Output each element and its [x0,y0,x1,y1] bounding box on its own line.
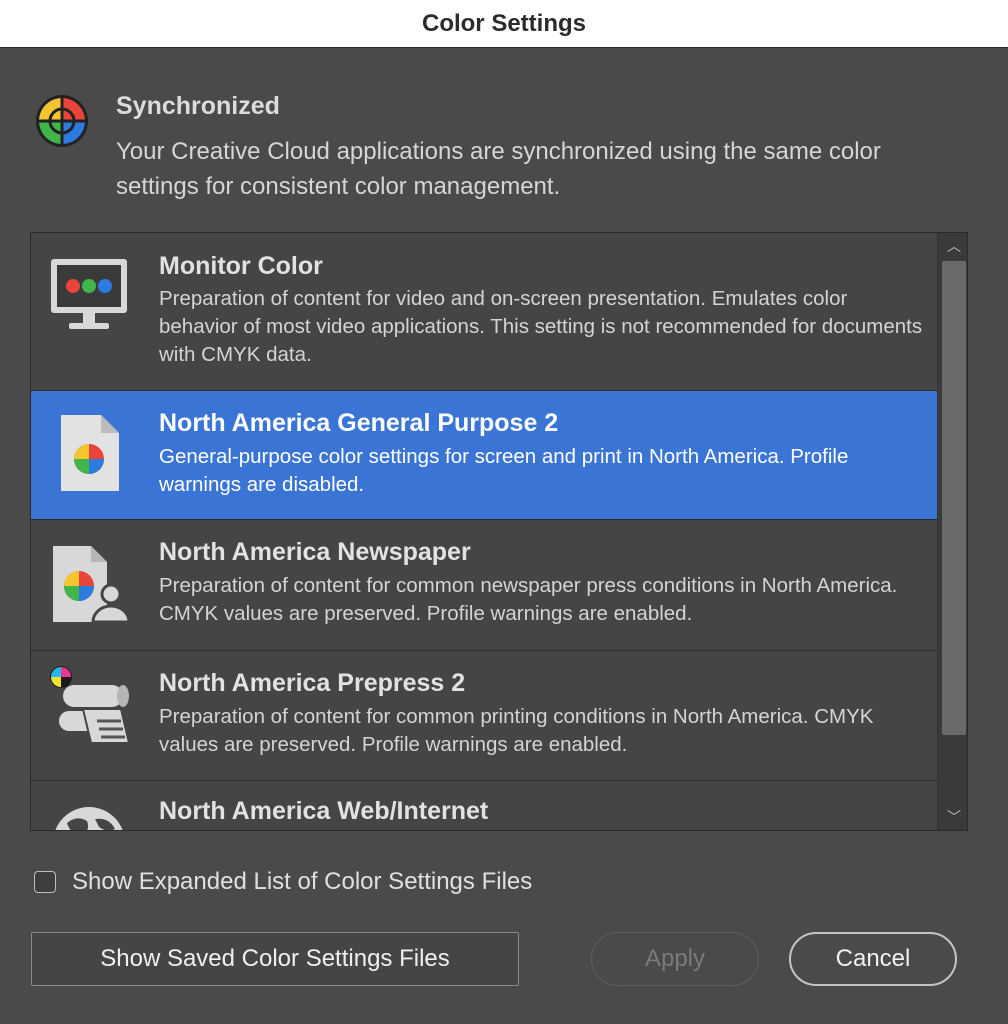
color-settings-list-items: Monitor Color Preparation of content for… [31,233,937,830]
title-bar: Color Settings [0,0,1008,48]
scroll-up-arrow-icon[interactable]: ︿ [938,233,967,259]
expanded-list-option[interactable]: Show Expanded List of Color Settings Fil… [34,866,532,898]
list-item-general-purpose-2[interactable]: North America General Purpose 2 General-… [31,391,937,520]
apply-button[interactable]: Apply [591,932,759,986]
scroll-down-arrow-icon[interactable]: ﹀ [938,804,967,830]
list-item-name: North America Newspaper [159,538,471,566]
newspaper-icon [53,546,131,624]
sync-status-description: Your Creative Cloud applications are syn… [116,138,881,200]
list-item-name: North America Prepress 2 [159,669,466,697]
list-scrollbar[interactable]: ︿ ﹀ [937,233,967,830]
monitor-icon [51,259,127,329]
show-saved-files-button[interactable]: Show Saved Color Settings Files [31,932,519,986]
scroll-thumb[interactable] [942,261,966,735]
list-item-name: North America General Purpose 2 [159,409,559,437]
document-color-icon [61,415,119,491]
sync-status-title: Synchronized [116,92,280,120]
list-item-description: Preparation of content for common newspa… [159,574,898,625]
list-item-monitor-color[interactable]: Monitor Color Preparation of content for… [31,233,937,391]
globe-icon [55,807,123,830]
list-item-description: Preparation of content for video and on-… [159,287,923,366]
color-settings-list[interactable]: Monitor Color Preparation of content for… [30,232,968,831]
list-item-web-internet[interactable]: North America Web/Internet [31,781,937,830]
dialog-body: Synchronized Your Creative Cloud applica… [0,48,1008,1024]
expanded-list-checkbox[interactable] [34,871,56,893]
list-item-name: Monitor Color [159,252,323,280]
list-item-name: North America Web/Internet [159,797,489,825]
expanded-list-label[interactable]: Show Expanded List of Color Settings Fil… [72,868,532,896]
list-item-newspaper[interactable]: North America Newspaper Preparation of c… [31,520,937,651]
list-item-description: Preparation of content for common printi… [159,705,874,756]
window-title: Color Settings [421,9,586,37]
printing-press-icon [50,666,131,744]
color-sync-icon [36,95,88,147]
cancel-button[interactable]: Cancel [789,932,957,986]
list-item-description: General-purpose color settings for scree… [159,445,849,496]
list-item-prepress-2[interactable]: North America Prepress 2 Preparation of … [31,651,937,781]
